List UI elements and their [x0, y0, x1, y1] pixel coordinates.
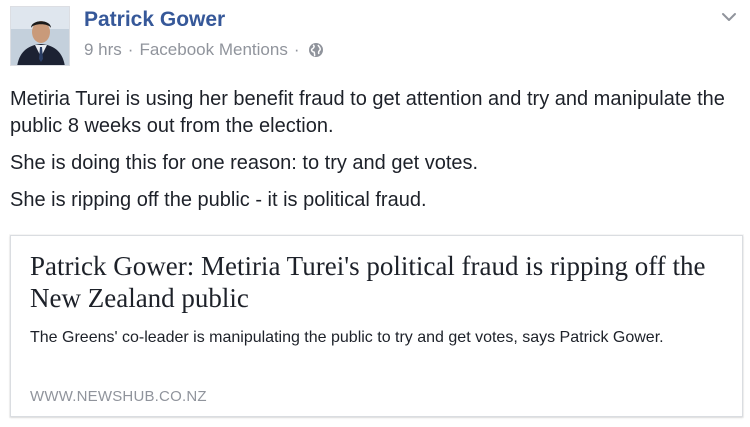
- globe-icon[interactable]: [308, 42, 324, 58]
- post-source-link[interactable]: Facebook Mentions: [139, 40, 287, 60]
- avatar[interactable]: [10, 6, 70, 66]
- link-card-description: The Greens' co-leader is manipulating th…: [30, 329, 664, 346]
- post-timestamp[interactable]: 9 hrs: [84, 40, 122, 60]
- post-paragraph: She is doing this for one reason: to try…: [10, 152, 479, 174]
- post-meta: 9 hrs · Facebook Mentions ·: [84, 40, 324, 60]
- post-body: Metiria Turei is using her benefit fraud…: [10, 86, 730, 224]
- meta-separator: ·: [293, 40, 300, 59]
- avatar-photo-icon: [11, 7, 69, 65]
- link-preview-card[interactable]: Patrick Gower: Metiria Turei's political…: [10, 235, 743, 417]
- meta-separator: ·: [127, 40, 134, 59]
- author-name-link[interactable]: Patrick Gower: [84, 8, 225, 32]
- post-header: Patrick Gower 9 hrs · Facebook Mentions …: [10, 6, 740, 68]
- link-card-domain: WWW.NEWSHUB.CO.NZ: [30, 388, 207, 405]
- link-card-title[interactable]: Patrick Gower: Metiria Turei's political…: [30, 250, 730, 314]
- post-paragraph: She is ripping off the public - it is po…: [10, 189, 427, 211]
- post-paragraph: Metiria Turei is using her benefit fraud…: [10, 88, 725, 137]
- chevron-down-icon[interactable]: [718, 6, 740, 28]
